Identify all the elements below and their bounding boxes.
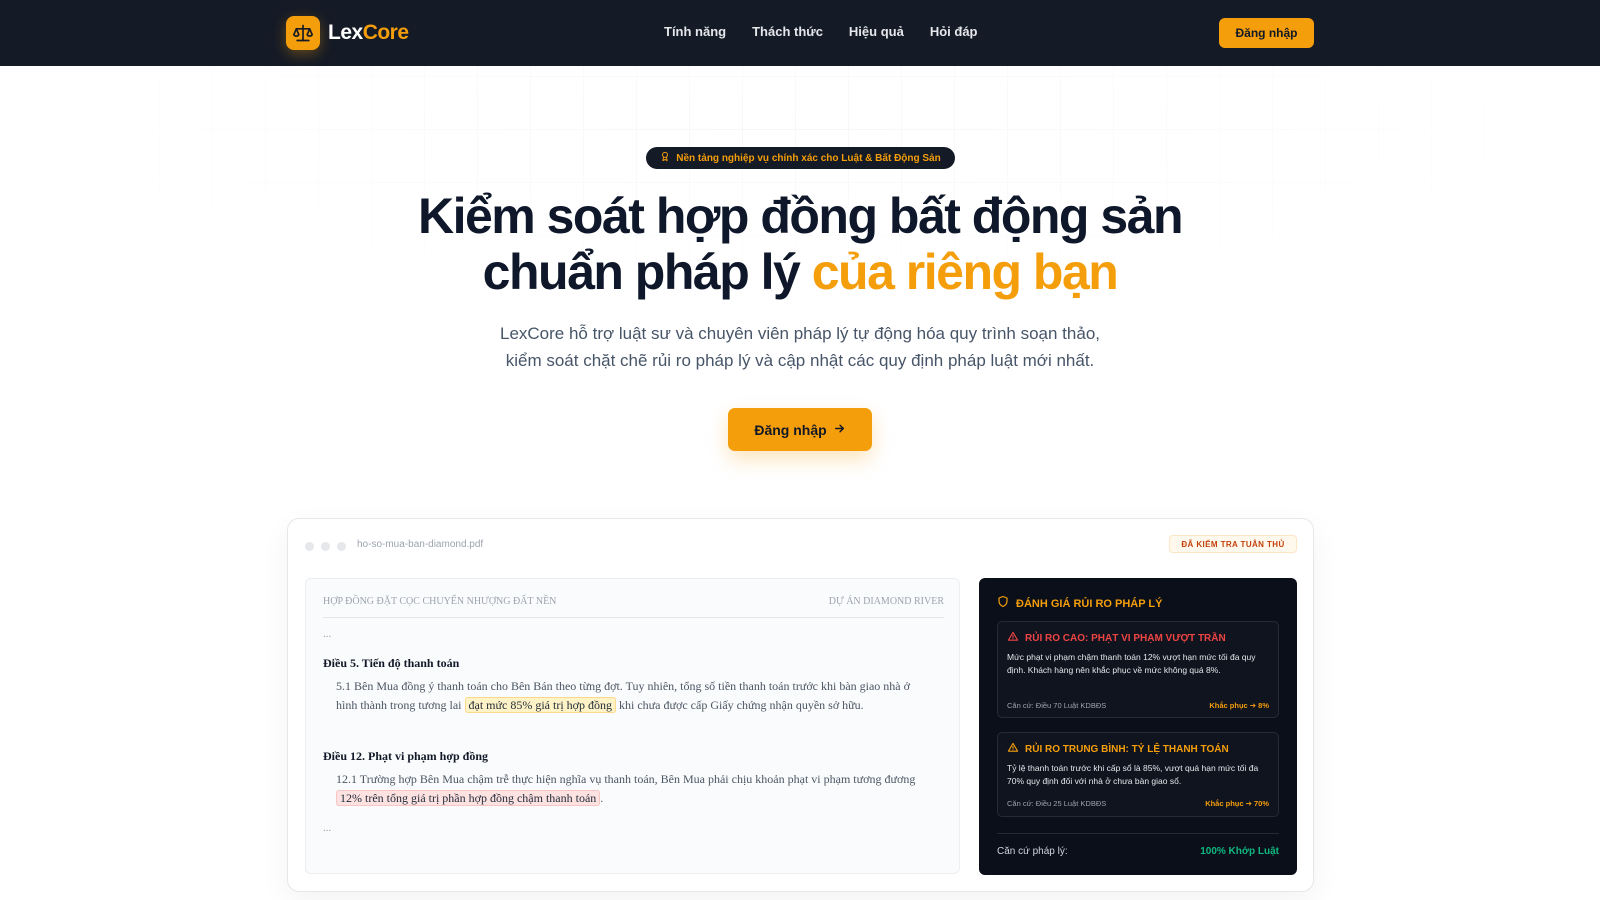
nav-link-results[interactable]: Hiệu quả — [849, 24, 904, 39]
window-dot — [305, 542, 314, 551]
legal-basis-label: Căn cứ pháp lý: — [997, 846, 1068, 857]
hero-title-line1: Kiểm soát hợp đồng bất động sản — [417, 188, 1184, 244]
product-preview: ho-so-mua-ban-diamond.pdf ĐÃ KIỂM TRA TU… — [287, 518, 1314, 892]
top-navbar: LexCore Tính năng Thách thức Hiệu quả Hỏ… — [0, 0, 1600, 66]
hero-login-label: Đăng nhập — [754, 421, 827, 438]
hero-subtitle: LexCore hỗ trợ luật sư và chuyên viên ph… — [0, 320, 1600, 374]
highlight-penalty[interactable]: 12% trên tổng giá trị phần hợp đồng chậm… — [336, 790, 601, 806]
hero-login-button[interactable]: Đăng nhập — [728, 408, 872, 451]
hero-badge: Nền tảng nghiệp vụ chính xác cho Luật & … — [646, 147, 955, 169]
hero-title-line2: chuẩn pháp lý — [482, 244, 801, 300]
nav-link-faq[interactable]: Hỏi đáp — [930, 24, 978, 39]
document-filename: ho-so-mua-ban-diamond.pdf — [357, 539, 484, 550]
warning-icon — [1007, 631, 1019, 645]
risk-title: RỦI RO CAO: PHẠT VI PHẠM VƯỢT TRẦN — [1025, 632, 1226, 644]
risk-title: RỦI RO TRUNG BÌNH: TỶ LỆ THANH TOÁN — [1025, 743, 1229, 755]
nav-login-button[interactable]: Đăng nhập — [1219, 18, 1314, 48]
risk-description: Tỷ lệ thanh toán trước khi cấp sổ là 85%… — [1007, 763, 1259, 786]
document-ellipsis: ... — [323, 628, 332, 640]
award-icon — [660, 149, 670, 167]
warning-icon — [1007, 742, 1019, 756]
compliance-status-badge: ĐÃ KIỂM TRA TUÂN THỦ — [1169, 535, 1297, 553]
risk-legal-basis: Căn cứ: Điều 25 Luật KDBĐS — [1007, 799, 1107, 808]
risk-summary: Căn cứ pháp lý: 100% Khớp Luật — [997, 833, 1279, 863]
hero-subtitle-line1: LexCore hỗ trợ luật sư và chuyên viên ph… — [500, 324, 1100, 343]
article-5-title: Điều 5. Tiến độ thanh toán — [323, 656, 460, 670]
hero-subtitle-line2: kiểm soát chặt chẽ rủi ro pháp lý và cập… — [505, 351, 1095, 370]
risk-description: Mức phạt vi phạm chậm thanh toán 12% vượ… — [1007, 652, 1256, 675]
risk-assessment-panel: ĐÁNH GIÁ RỦI RO PHÁP LÝ RỦI RO CAO: PHẠT… — [979, 578, 1297, 875]
document-project: DỰ ÁN DIAMOND RIVER — [828, 596, 944, 607]
nav-link-challenges[interactable]: Thách thức — [752, 24, 823, 39]
window-dot — [321, 542, 330, 551]
arrow-right-icon — [833, 422, 846, 438]
risk-legal-basis: Căn cứ: Điều 70 Luật KDBĐS — [1007, 701, 1107, 710]
article-12-body: 12.1 Trường hợp Bên Mua chậm trễ thực hi… — [336, 772, 916, 806]
brand-logo[interactable]: LexCore — [286, 16, 409, 50]
risk-fix-action[interactable]: Khắc phục ➔ 70% — [1205, 799, 1269, 808]
hero-title-accent: của riêng bạn — [811, 244, 1119, 300]
risk-card-medium[interactable]: RỦI RO TRUNG BÌNH: TỶ LỆ THANH TOÁN Tỷ l… — [997, 732, 1279, 817]
hero-title: Kiểm soát hợp đồng bất động sản chuẩn ph… — [0, 188, 1600, 300]
highlight-payment-ratio[interactable]: đạt mức 85% giá trị hợp đồng — [464, 697, 617, 713]
window-dots — [305, 542, 346, 551]
risk-fix-action[interactable]: Khắc phục ➔ 8% — [1209, 701, 1269, 710]
hero-badge-text: Nền tảng nghiệp vụ chính xác cho Luật & … — [676, 152, 941, 164]
article-12-title: Điều 12. Phạt vi phạm hợp đồng — [323, 749, 489, 763]
document-header: HỢP ĐỒNG ĐẶT CỌC CHUYỂN NHƯỢNG ĐẤT NỀN D… — [323, 596, 944, 618]
brand-name: LexCore — [328, 21, 409, 44]
nav-links: Tính năng Thách thức Hiệu quả Hỏi đáp — [664, 24, 978, 39]
legal-match-score: 100% Khớp Luật — [1200, 846, 1279, 857]
article-5-body: 5.1 Bên Mua đồng ý thanh toán cho Bên Bá… — [336, 679, 910, 713]
document-title: HỢP ĐỒNG ĐẶT CỌC CHUYỂN NHƯỢNG ĐẤT NỀN — [323, 596, 557, 607]
shield-icon — [997, 595, 1009, 613]
window-dot — [337, 542, 346, 551]
document-ellipsis: ... — [323, 822, 332, 834]
scale-icon — [286, 16, 320, 50]
nav-link-features[interactable]: Tính năng — [664, 24, 726, 39]
contract-document: HỢP ĐỒNG ĐẶT CỌC CHUYỂN NHƯỢNG ĐẤT NỀN D… — [305, 578, 960, 874]
risk-card-high[interactable]: RỦI RO CAO: PHẠT VI PHẠM VƯỢT TRẦN Mức p… — [997, 621, 1279, 718]
risk-panel-header: ĐÁNH GIÁ RỦI RO PHÁP LÝ — [997, 595, 1162, 613]
